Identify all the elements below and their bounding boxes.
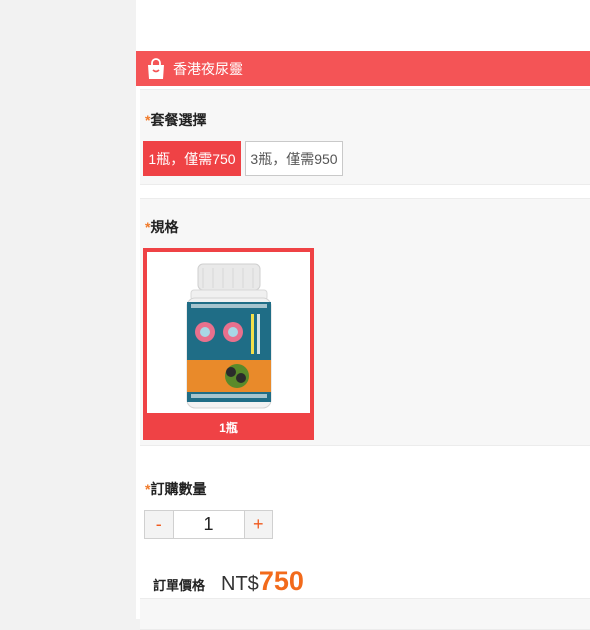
price-currency: NT$ [221, 573, 259, 595]
package-section: *套餐選擇 1瓶，僅需750 3瓶，僅需950 [140, 89, 590, 185]
order-form: 香港夜尿靈 *套餐選擇 1瓶，僅需750 3瓶，僅需950 *規格 1瓶 *訂購… [136, 0, 590, 630]
next-section [140, 598, 590, 630]
spec-option-caption: 1瓶 [219, 421, 238, 435]
order-price-row: 訂單價格 NT$ 750 [153, 566, 304, 597]
package-label-text: 套餐選擇 [150, 112, 207, 128]
quantity-stepper: - + [144, 510, 273, 539]
quantity-increase-button[interactable]: + [243, 511, 272, 538]
spec-label: *規格 [145, 217, 178, 237]
quantity-label-text: 訂購數量 [150, 481, 207, 497]
spec-section: *規格 1瓶 [140, 198, 590, 446]
order-price-label: 訂單價格 [153, 578, 206, 593]
spec-label-text: 規格 [150, 219, 179, 235]
left-gutter [0, 0, 136, 619]
quantity-label: *訂購數量 [145, 479, 206, 499]
quantity-decrease-button[interactable]: - [145, 511, 174, 538]
product-bottle-image [147, 252, 310, 413]
quantity-input[interactable] [173, 511, 244, 538]
price-value: 750 [258, 566, 304, 596]
bottle-illustration [186, 263, 272, 409]
package-option-3-bottles[interactable]: 3瓶，僅需950 [245, 141, 343, 176]
package-label: *套餐選擇 [145, 110, 206, 130]
product-title: 香港夜尿靈 [173, 60, 243, 77]
product-header-bar: 香港夜尿靈 [136, 51, 590, 86]
spec-option-card[interactable]: 1瓶 [143, 248, 314, 440]
shopping-bag-icon [148, 57, 164, 79]
package-option-1-bottle[interactable]: 1瓶，僅需750 [143, 141, 241, 176]
